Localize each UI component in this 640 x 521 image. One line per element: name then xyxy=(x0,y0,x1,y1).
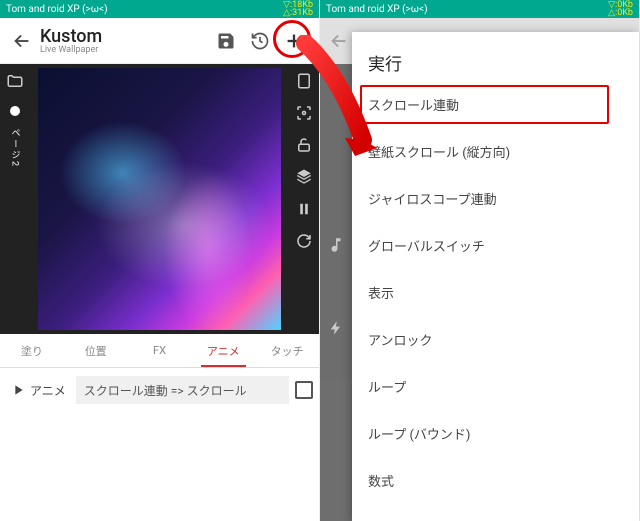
statusbar-title: Tom and roid XP (>ω<) xyxy=(6,4,108,15)
dual-pane-container: Tom and roid XP (>ω<) ▽:18Kb △:31Kb Kust… xyxy=(0,0,640,521)
dialog-item[interactable]: スクロール連動 xyxy=(352,81,639,128)
dialog-item[interactable]: 壁紙スクロール (縦方向) xyxy=(352,128,639,175)
refresh-icon[interactable] xyxy=(293,230,315,252)
dialog-item[interactable]: ループ (バウンド) xyxy=(352,410,639,457)
right-pane: Tom and roid XP (>ω<) ▽:0Kb △:0Kb 実行 スクロ… xyxy=(320,0,640,521)
left-pane: Tom and roid XP (>ω<) ▽:18Kb △:31Kb Kust… xyxy=(0,0,320,521)
dialog-item[interactable]: ジャイロスコープ連動 xyxy=(352,175,639,222)
action-dialog: 実行 スクロール連動壁紙スクロール (縦方向)ジャイロスコープ連動グローバルスイ… xyxy=(352,32,639,521)
wallpaper-preview[interactable] xyxy=(38,68,281,330)
pause-icon[interactable] xyxy=(293,198,315,220)
right-tool-column xyxy=(289,64,319,334)
dialog-item[interactable]: 表示 xyxy=(352,269,639,316)
screen-icon[interactable] xyxy=(293,70,315,92)
status-bar: Tom and roid XP (>ω<) ▽:18Kb △:31Kb xyxy=(0,0,319,18)
tab-0[interactable]: 塗り xyxy=(0,334,64,367)
statusbar-title: Tom and roid XP (>ω<) xyxy=(326,4,428,15)
network-indicator: ▽:18Kb △:31Kb xyxy=(283,1,313,17)
music-icon xyxy=(327,236,345,254)
status-bar: Tom and roid XP (>ω<) ▽:0Kb △:0Kb xyxy=(320,0,639,18)
dialog-item[interactable]: アンロック xyxy=(352,316,639,363)
save-button[interactable] xyxy=(209,24,243,58)
header-title-block: Kustom Live Wallpaper xyxy=(36,26,209,55)
dialog-item[interactable]: ループ xyxy=(352,363,639,410)
bolt-icon xyxy=(328,320,344,336)
back-button[interactable] xyxy=(8,27,36,55)
dialog-title: 実行 xyxy=(352,32,639,81)
editor-canvas: ページ2 xyxy=(0,64,319,334)
focus-icon[interactable] xyxy=(293,102,315,124)
tab-4[interactable]: タッチ xyxy=(255,334,319,367)
app-header: Kustom Live Wallpaper xyxy=(0,18,319,64)
app-title: Kustom xyxy=(40,26,209,47)
page-indicator-dot[interactable] xyxy=(10,106,20,116)
left-tool-column: ページ2 xyxy=(0,64,30,334)
property-tabs: 塗り位置FXアニメタッチ xyxy=(0,334,319,368)
dialog-item[interactable]: グローバルスイッチ xyxy=(352,222,639,269)
history-button[interactable] xyxy=(243,24,277,58)
folder-icon[interactable] xyxy=(4,70,26,92)
anime-checkbox[interactable] xyxy=(295,381,313,399)
layers-icon[interactable] xyxy=(293,166,315,188)
unlock-icon[interactable] xyxy=(293,134,315,156)
tab-1[interactable]: 位置 xyxy=(64,334,128,367)
dialog-item[interactable]: 数式 xyxy=(352,457,639,504)
anime-button-label: アニメ xyxy=(30,382,66,399)
add-button[interactable] xyxy=(277,24,311,58)
tab-2[interactable]: FX xyxy=(128,334,192,367)
anime-formula-field[interactable]: スクロール連動 => スクロール xyxy=(76,376,289,404)
ghost-sidebar xyxy=(320,64,352,521)
page-label: ページ2 xyxy=(9,128,22,168)
anime-play-button[interactable]: アニメ xyxy=(6,376,70,405)
network-indicator: ▽:0Kb △:0Kb xyxy=(608,1,633,17)
anime-row: アニメ スクロール連動 => スクロール xyxy=(0,368,319,412)
folder-icon xyxy=(327,72,345,90)
back-button xyxy=(328,30,350,52)
app-subtitle: Live Wallpaper xyxy=(40,45,209,55)
tab-3[interactable]: アニメ xyxy=(191,334,255,367)
